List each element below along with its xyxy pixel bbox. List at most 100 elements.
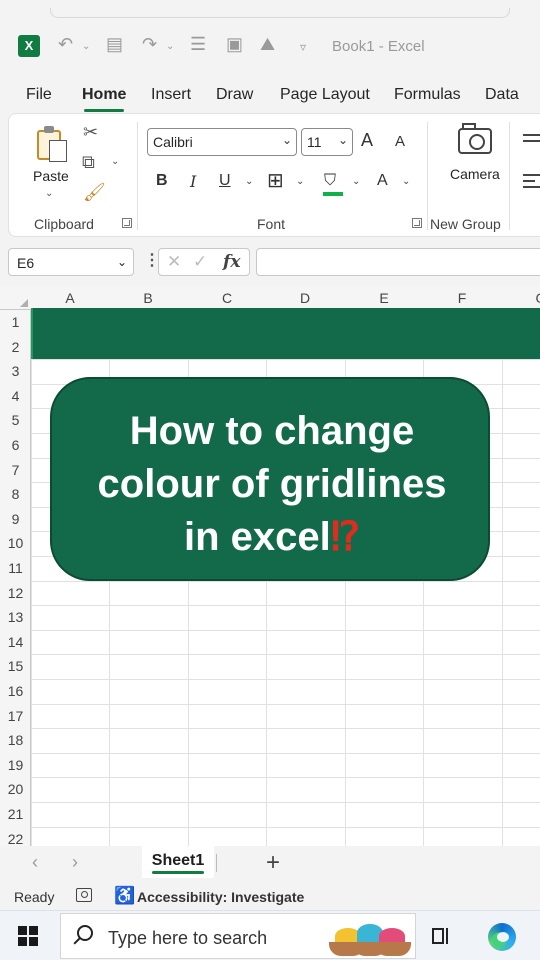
formula-input[interactable]: [256, 248, 540, 276]
title-bar: X ↶ ⌄ ▤ ↷ ⌄ ☰ ▣ ⛰ ▿ Book1 - Excel: [0, 0, 540, 80]
customize-qat-icon[interactable]: ▿: [300, 40, 306, 54]
row-header[interactable]: 4: [0, 388, 31, 404]
select-all-button[interactable]: [0, 286, 31, 310]
row-gridline: [31, 802, 540, 803]
undo-dropdown-icon[interactable]: ⌄: [82, 41, 90, 52]
overlay-line-1: How to change: [129, 409, 415, 453]
row-header[interactable]: 7: [0, 462, 31, 478]
edge-browser-icon[interactable]: [488, 923, 516, 951]
format-painter-icon[interactable]: 🖌: [83, 182, 106, 203]
row-header[interactable]: 15: [0, 658, 31, 674]
column-header-f[interactable]: F: [423, 290, 501, 306]
row-header[interactable]: 1: [0, 314, 31, 330]
title-overlay-card: How to change colour of gridlines in exc…: [50, 377, 490, 581]
cancel-icon[interactable]: ✕: [167, 252, 181, 272]
row-header[interactable]: 2: [0, 339, 31, 355]
undo-icon[interactable]: ↶: [58, 34, 73, 55]
picture-icon[interactable]: ⛰: [260, 34, 275, 55]
accessibility-icon[interactable]: ♿: [114, 886, 135, 906]
worksheet-grid[interactable]: A B C D E F G 12345678910111213141516171…: [0, 286, 540, 846]
italic-button[interactable]: I: [190, 172, 196, 191]
copy-dropdown-icon[interactable]: ⌄: [111, 156, 119, 167]
enter-icon[interactable]: ✓: [193, 252, 207, 272]
align-left-icon[interactable]: [523, 174, 540, 192]
row-gridline: [31, 826, 540, 828]
decrease-font-size-button[interactable]: A: [395, 133, 405, 150]
row-header[interactable]: 20: [0, 781, 31, 797]
column-header-e[interactable]: E: [345, 290, 423, 306]
row-header[interactable]: 18: [0, 732, 31, 748]
fill-color-icon[interactable]: ⛉: [324, 172, 336, 190]
tab-data[interactable]: Data: [485, 86, 519, 104]
tab-home[interactable]: Home: [82, 86, 126, 112]
row-header[interactable]: 19: [0, 757, 31, 773]
row-header[interactable]: 3: [0, 363, 31, 379]
macro-recording-icon[interactable]: [76, 888, 92, 902]
copy-icon[interactable]: ⧉: [82, 152, 95, 173]
font-color-button[interactable]: A: [377, 172, 388, 190]
font-color-dropdown-icon[interactable]: ⌄: [402, 176, 410, 187]
tab-draw[interactable]: Draw: [216, 86, 253, 104]
bold-button[interactable]: B: [156, 172, 168, 190]
column-header-b[interactable]: B: [109, 290, 187, 306]
underline-button[interactable]: U: [219, 172, 231, 190]
scroll-sheets-left-icon[interactable]: ‹: [32, 852, 38, 873]
align-top-icon[interactable]: [523, 134, 540, 146]
camera-button[interactable]: Camera: [450, 166, 500, 182]
font-size-select[interactable]: 11 ⌄: [301, 128, 353, 156]
tab-formulas[interactable]: Formulas: [394, 86, 461, 104]
row-header[interactable]: 16: [0, 683, 31, 699]
tab-insert[interactable]: Insert: [151, 86, 191, 104]
task-view-icon[interactable]: [430, 926, 450, 946]
row-header[interactable]: 21: [0, 806, 31, 822]
column-header-a[interactable]: A: [31, 290, 109, 306]
redo-icon[interactable]: ↷: [142, 34, 157, 55]
save-icon[interactable]: ▣: [226, 34, 243, 55]
row-gridline: [31, 605, 540, 607]
fill-color-dropdown-icon[interactable]: ⌄: [352, 176, 360, 187]
column-header-d[interactable]: D: [266, 290, 344, 306]
row-header[interactable]: 9: [0, 511, 31, 527]
row-header[interactable]: 17: [0, 708, 31, 724]
row-header[interactable]: 6: [0, 437, 31, 453]
row-header[interactable]: 5: [0, 412, 31, 428]
paste-dropdown-icon[interactable]: ⌄: [45, 188, 53, 199]
row-header[interactable]: 14: [0, 634, 31, 650]
row-header[interactable]: 11: [0, 560, 31, 576]
windows-start-icon[interactable]: [18, 926, 38, 946]
row-gridline: [31, 359, 540, 361]
accessibility-status[interactable]: Accessibility: Investigate: [137, 889, 304, 905]
sheet-tab-sheet1[interactable]: Sheet1: [142, 846, 214, 878]
list-icon[interactable]: ☰: [190, 34, 206, 55]
paste-icon[interactable]: [37, 126, 67, 162]
window-title: Book1 - Excel: [332, 38, 425, 55]
row-header[interactable]: 22: [0, 831, 31, 846]
row-header[interactable]: 13: [0, 609, 31, 625]
form-icon[interactable]: ▤: [106, 34, 123, 55]
row-header[interactable]: 8: [0, 486, 31, 502]
increase-font-size-button[interactable]: A: [361, 130, 373, 151]
row-header[interactable]: 10: [0, 535, 31, 551]
clipboard-launcher-icon[interactable]: [122, 218, 132, 228]
font-launcher-icon[interactable]: [412, 218, 422, 228]
insert-function-icon[interactable]: fx: [223, 252, 240, 272]
formula-buttons: ✕ ✓ fx: [158, 248, 250, 276]
name-box[interactable]: E6 ⌄: [8, 248, 134, 276]
add-sheet-button[interactable]: +: [266, 849, 280, 877]
borders-dropdown-icon[interactable]: ⌄: [296, 176, 304, 187]
tab-file[interactable]: File: [26, 86, 52, 104]
camera-icon[interactable]: [458, 123, 492, 154]
tab-page-layout[interactable]: Page Layout: [280, 86, 370, 104]
borders-icon[interactable]: ⊞: [267, 168, 284, 193]
font-family-select[interactable]: Calibri ⌄: [147, 128, 297, 156]
cut-icon[interactable]: ✂: [83, 122, 98, 143]
underline-dropdown-icon[interactable]: ⌄: [245, 176, 253, 187]
scroll-sheets-right-icon[interactable]: ›: [72, 852, 78, 873]
taskbar-search-box[interactable]: Type here to search: [60, 913, 416, 959]
row-header[interactable]: 12: [0, 585, 31, 601]
column-gridline: [502, 286, 503, 846]
paste-button[interactable]: Paste: [33, 168, 69, 184]
column-header-g[interactable]: G: [502, 290, 540, 306]
column-header-c[interactable]: C: [188, 290, 266, 306]
redo-dropdown-icon[interactable]: ⌄: [166, 41, 174, 52]
